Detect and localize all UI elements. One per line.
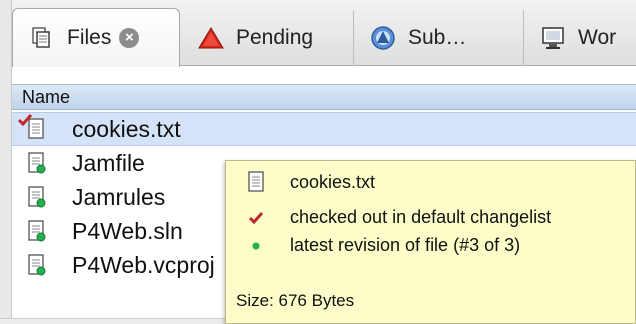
file-info-tooltip: cookies.txt checked out in default chang… <box>225 160 636 324</box>
file-name: Jamfile <box>72 149 145 176</box>
warning-triangle-icon <box>198 25 224 51</box>
tooltip-status-row: checked out in default changelist <box>226 207 551 228</box>
checked-out-icon <box>18 114 32 126</box>
synced-file-icon <box>24 218 48 244</box>
tooltip-revision-row: latest revision of file (#3 of 3) <box>226 235 520 256</box>
tab-pending[interactable]: Pending <box>182 10 354 66</box>
tooltip-status: checked out in default changelist <box>290 207 552 227</box>
file-name: Jamrules <box>72 183 166 210</box>
synced-file-icon <box>24 150 48 176</box>
file-name: P4Web.vcproj <box>72 251 215 278</box>
green-dot-icon <box>244 241 268 251</box>
left-border <box>0 0 12 324</box>
workspace-monitor-icon <box>540 25 566 51</box>
file-name: P4Web.sln <box>72 217 183 244</box>
text-file-icon <box>244 171 268 193</box>
checked-out-icon <box>244 211 268 224</box>
column-header-name[interactable]: Name <box>12 84 636 110</box>
perforce-files-pane: Files × Pending Sub… Wor Name cookies.tx… <box>0 0 636 324</box>
tab-submitted[interactable]: Sub… <box>354 10 524 66</box>
tab-label: Pending <box>236 26 314 49</box>
tooltip-size: Size: 676 Bytes <box>236 291 355 310</box>
tooltip-filename: cookies.txt <box>290 171 376 192</box>
tooltip-filename-row: cookies.txt <box>226 171 375 193</box>
close-icon[interactable]: × <box>119 28 140 48</box>
synced-file-icon <box>24 184 48 210</box>
tab-label: Sub… <box>408 26 467 49</box>
file-name: cookies.txt <box>72 115 181 142</box>
submitted-icon <box>370 25 396 51</box>
tab-label: Files <box>67 26 112 49</box>
tab-workspace[interactable]: Wor <box>524 10 636 66</box>
list-item[interactable]: cookies.txt <box>12 112 636 146</box>
tooltip-revision: latest revision of file (#3 of 3) <box>290 235 521 255</box>
tab-files[interactable]: Files × <box>12 8 180 67</box>
synced-file-icon <box>24 252 48 278</box>
tab-bar: Files × Pending Sub… Wor <box>12 0 636 67</box>
files-icon <box>29 25 55 51</box>
tab-label: Wor <box>578 26 617 49</box>
text-file-icon <box>18 114 48 142</box>
